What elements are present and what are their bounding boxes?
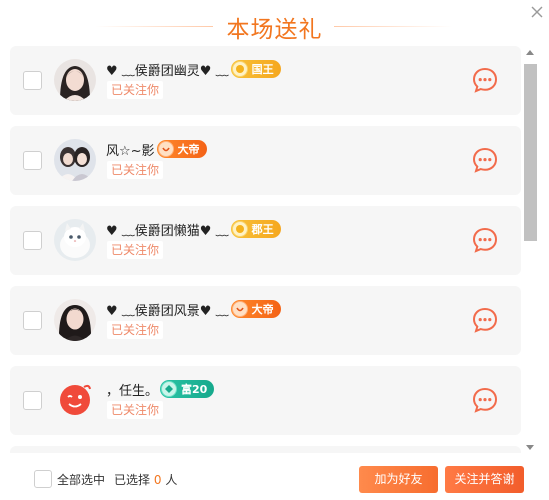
selected-summary: 已选择 0 人 <box>114 471 177 488</box>
nickname: ，任生。 <box>106 383 159 399</box>
rank-badge-label: 国王 <box>251 63 274 76</box>
emperor-icon <box>231 301 248 317</box>
nickname-row: ，任生。 富20 <box>106 379 215 399</box>
selected-suffix: 人 <box>165 473 178 487</box>
list-item: ♥ ﹏侯爵团懒猫♥ ﹏ 郡王 已关注你 <box>10 206 521 275</box>
row-checkbox[interactable] <box>23 391 42 410</box>
emperor-icon <box>157 141 174 157</box>
follow-status: 已关注你 <box>107 401 164 419</box>
avatar[interactable] <box>54 219 96 261</box>
chat-bubble-icon <box>472 147 498 173</box>
avatar[interactable] <box>54 379 96 421</box>
gift-sender-list[interactable]: ♥ ﹏侯爵团幽灵♥ ﹏ 国王 已关注你 风☆~影 大帝 已关注你 ♥ ﹏侯爵团懒… <box>10 46 521 453</box>
chat-bubble-icon <box>472 387 498 413</box>
wealth-badge-label: 富20 <box>181 383 208 396</box>
dialog-header: 本场送礼 <box>0 0 549 48</box>
avatar[interactable] <box>54 139 96 181</box>
avatar[interactable] <box>54 299 96 341</box>
follow-status: 已关注你 <box>107 241 164 259</box>
rank-badge-label: 郡王 <box>251 223 274 236</box>
crown-icon <box>231 221 248 237</box>
nickname-row: ♥ ﹏侯爵团风景♥ ﹏ 大帝 <box>106 299 281 319</box>
rank-badge: 国王 <box>230 60 281 78</box>
nickname-row: ♥ ﹏侯爵团懒猫♥ ﹏ 郡王 <box>106 219 281 239</box>
nickname: 风☆~影 <box>106 143 155 159</box>
dialog-footer: 全部选中 已选择 0 人 加为好友 关注并答谢 <box>0 458 549 500</box>
wealth-badge: 富20 <box>160 380 215 398</box>
list-item: ♥ ﹏侯爵团幽灵♥ ﹏ 国王 已关注你 <box>10 46 521 115</box>
chat-button[interactable] <box>471 226 499 254</box>
scroll-thumb[interactable] <box>524 64 537 241</box>
chat-bubble-icon <box>472 227 498 253</box>
select-all-label[interactable]: 全部选中 <box>57 471 105 488</box>
chat-bubble-icon <box>472 307 498 333</box>
list-item: ，任生。 富20 已关注你 <box>10 366 521 435</box>
avatar[interactable] <box>54 59 96 101</box>
follow-and-thank-button[interactable]: 关注并答谢 <box>445 466 524 493</box>
row-checkbox[interactable] <box>23 311 42 330</box>
chat-bubble-icon <box>472 67 498 93</box>
select-all-checkbox[interactable] <box>34 470 52 488</box>
list-item: 风☆~影 大帝 已关注你 <box>10 126 521 195</box>
dialog-title: 本场送礼 <box>226 17 323 43</box>
chat-button[interactable] <box>471 146 499 174</box>
row-checkbox[interactable] <box>23 71 42 90</box>
selected-prefix: 已选择 <box>114 473 151 487</box>
scroll-down-arrow-icon[interactable] <box>526 445 534 450</box>
follow-status: 已关注你 <box>107 81 164 99</box>
row-checkbox[interactable] <box>23 151 42 170</box>
chat-button[interactable] <box>471 386 499 414</box>
list-item <box>10 446 521 453</box>
selected-count: 0 <box>153 473 162 487</box>
nickname: ♥ ﹏侯爵团懒猫♥ ﹏ <box>106 223 229 239</box>
close-icon <box>531 6 543 18</box>
nickname: ♥ ﹏侯爵团风景♥ ﹏ <box>106 303 229 319</box>
diamond-icon <box>161 381 178 397</box>
crown-icon <box>231 61 248 77</box>
nickname-row: 风☆~影 大帝 <box>106 139 207 159</box>
chat-button[interactable] <box>471 66 499 94</box>
rank-badge-label: 大帝 <box>251 303 274 316</box>
nickname: ♥ ﹏侯爵团幽灵♥ ﹏ <box>106 63 229 79</box>
follow-status: 已关注你 <box>107 161 164 179</box>
chat-button[interactable] <box>471 306 499 334</box>
rank-badge: 大帝 <box>230 300 281 318</box>
list-item: ♥ ﹏侯爵团风景♥ ﹏ 大帝 已关注你 <box>10 286 521 355</box>
nickname-row: ♥ ﹏侯爵团幽灵♥ ﹏ 国王 <box>106 59 281 79</box>
scroll-up-arrow-icon[interactable] <box>526 50 534 55</box>
close-button[interactable] <box>528 3 546 21</box>
follow-status: 已关注你 <box>107 321 164 339</box>
rank-badge: 大帝 <box>156 140 207 158</box>
rank-badge: 郡王 <box>230 220 281 238</box>
row-checkbox[interactable] <box>23 231 42 250</box>
add-friend-button[interactable]: 加为好友 <box>359 466 438 493</box>
title-decoration-right <box>334 26 452 27</box>
rank-badge-label: 大帝 <box>177 143 200 156</box>
list-scrollbar[interactable] <box>523 48 538 455</box>
